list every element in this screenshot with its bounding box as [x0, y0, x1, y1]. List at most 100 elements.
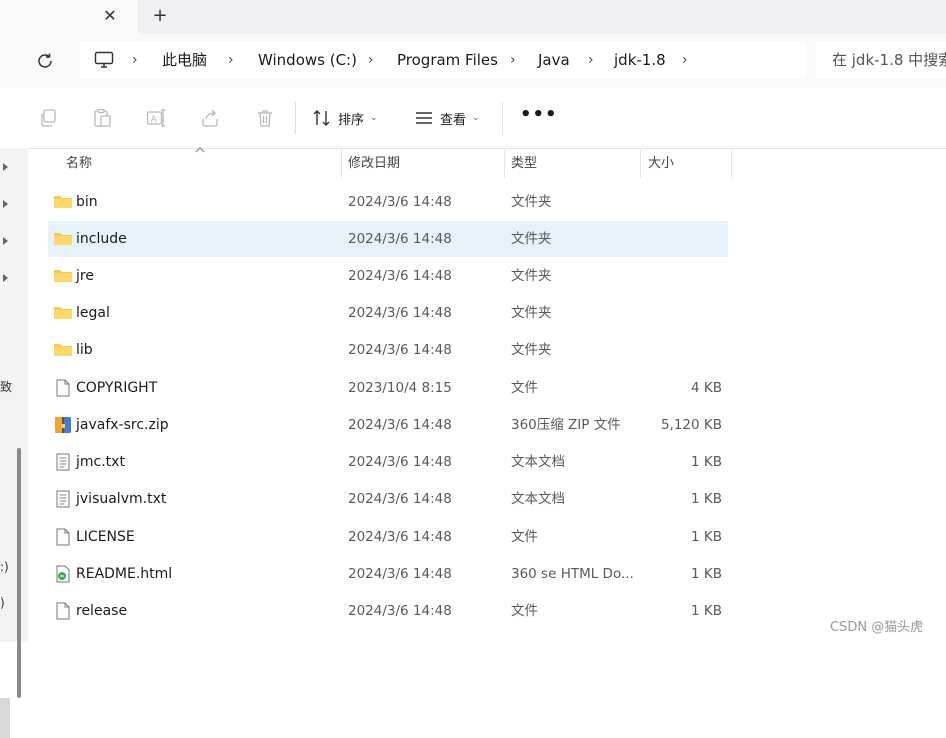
view-icon: [416, 112, 432, 124]
file-icon: [56, 528, 70, 546]
close-tab-icon[interactable]: ✕: [100, 6, 120, 26]
share-icon[interactable]: [200, 108, 220, 128]
file-name: legal: [76, 305, 110, 321]
new-tab-icon[interactable]: +: [150, 6, 170, 26]
expand-arrow-icon[interactable]: [2, 273, 10, 283]
file-type: 文件: [511, 529, 538, 545]
file-size: 1 KB: [691, 603, 722, 619]
expand-arrow-icon[interactable]: [2, 236, 10, 246]
nav-selected-item[interactable]: [0, 698, 10, 738]
file-row[interactable]: lib 2024/3/6 14:48 文件夹: [48, 332, 728, 368]
sort-ascending-icon: [195, 147, 205, 153]
file-type: 文件: [511, 380, 538, 396]
file-name: jre: [76, 268, 94, 284]
file-type: 360 se HTML Do...: [511, 566, 634, 582]
file-modified: 2024/3/6 14:48: [348, 342, 452, 358]
file-row[interactable]: bin 2024/3/6 14:48 文件夹: [48, 184, 728, 220]
file-type: 文件夹: [511, 231, 552, 247]
file-name: javafx-src.zip: [76, 417, 169, 433]
column-header-type[interactable]: 类型: [511, 150, 537, 180]
file-row[interactable]: release 2024/3/6 14:48 文件 1 KB: [48, 593, 728, 629]
column-divider[interactable]: [504, 150, 505, 178]
breadcrumb-chevron-icon[interactable]: ›: [368, 42, 374, 78]
breadcrumb-this-pc[interactable]: 此电脑: [162, 42, 207, 78]
breadcrumb-drive-c[interactable]: Windows (C:): [258, 42, 357, 78]
active-tab[interactable]: ✕: [0, 0, 138, 34]
file-modified: 2024/3/6 14:48: [348, 566, 452, 582]
file-row[interactable]: jmc.txt 2024/3/6 14:48 文本文档 1 KB: [48, 444, 728, 480]
address-bar[interactable]: › 此电脑 › Windows (C:) › Program Files › J…: [80, 42, 806, 78]
file-row[interactable]: jvisualvm.txt 2024/3/6 14:48 文本文档 1 KB: [48, 481, 728, 517]
breadcrumb-chevron-icon[interactable]: ›: [132, 42, 138, 78]
sort-icon: [313, 110, 330, 126]
breadcrumb-program-files[interactable]: Program Files: [397, 42, 498, 78]
delete-icon[interactable]: [255, 108, 275, 128]
file-modified: 2024/3/6 14:48: [348, 194, 452, 210]
file-name: include: [76, 231, 127, 247]
file-name: COPYRIGHT: [76, 380, 158, 396]
file-modified: 2024/3/6 14:48: [348, 603, 452, 619]
file-size: 4 KB: [691, 380, 722, 396]
column-header-modified[interactable]: 修改日期: [348, 150, 400, 180]
file-row-selected[interactable]: include 2024/3/6 14:48 文件夹: [48, 221, 728, 257]
breadcrumb-chevron-icon[interactable]: ›: [510, 42, 516, 78]
navigation-pane: 致 :) ): [0, 148, 28, 738]
rename-icon[interactable]: A: [146, 108, 166, 128]
chevron-down-icon: ⌄: [370, 113, 378, 123]
tab-strip: ✕ +: [0, 0, 946, 34]
file-modified: 2024/3/6 14:48: [348, 417, 452, 433]
file-row[interactable]: LICENSE 2024/3/6 14:48 文件 1 KB: [48, 519, 728, 555]
file-name: LICENSE: [76, 529, 135, 545]
breadcrumb-chevron-icon[interactable]: ›: [682, 42, 688, 78]
chevron-down-icon: ⌄: [472, 113, 480, 123]
file-row[interactable]: javafx-src.zip 2024/3/6 14:48 360压缩 ZIP …: [48, 407, 728, 443]
file-size: 5,120 KB: [660, 417, 722, 433]
more-options-button[interactable]: •••: [520, 106, 557, 128]
breadcrumb-chevron-icon[interactable]: ›: [588, 42, 594, 78]
file-modified: 2024/3/6 14:48: [348, 454, 452, 470]
file-row[interactable]: README.html 2024/3/6 14:48 360 se HTML D…: [48, 556, 728, 592]
zip-archive-icon: [55, 417, 71, 433]
file-type: 360压缩 ZIP 文件: [511, 417, 621, 433]
html-file-icon: [56, 565, 70, 583]
file-modified: 2023/10/4 8:15: [348, 380, 452, 396]
nav-item-label[interactable]: 致: [0, 378, 12, 395]
file-row[interactable]: legal 2024/3/6 14:48 文件夹: [48, 295, 728, 331]
file-name: README.html: [76, 566, 173, 582]
breadcrumb-jdk[interactable]: jdk-1.8: [614, 42, 666, 78]
file-row[interactable]: COPYRIGHT 2023/10/4 8:15 文件 4 KB: [48, 370, 728, 406]
nav-item-label[interactable]: ): [0, 596, 5, 610]
expand-arrow-icon[interactable]: [2, 199, 10, 209]
expand-arrow-icon[interactable]: [2, 162, 10, 172]
file-size: 1 KB: [691, 491, 722, 507]
sort-button[interactable]: 排序 ⌄: [312, 102, 378, 134]
folder-icon: [54, 196, 72, 208]
text-file-icon: [56, 490, 70, 508]
refresh-icon[interactable]: [34, 50, 56, 72]
file-size: 1 KB: [691, 566, 722, 582]
file-row[interactable]: jre 2024/3/6 14:48 文件夹: [48, 258, 728, 294]
this-pc-icon[interactable]: [94, 51, 114, 69]
breadcrumb-chevron-icon[interactable]: ›: [228, 42, 234, 78]
column-header-name[interactable]: 名称: [66, 150, 92, 180]
view-button[interactable]: 查看 ⌄: [414, 102, 480, 134]
file-type: 文件夹: [511, 342, 552, 358]
column-divider[interactable]: [640, 150, 641, 178]
nav-item-label[interactable]: :): [0, 560, 9, 574]
text-file-icon: [56, 453, 70, 471]
view-label: 查看: [440, 112, 467, 128]
column-header-size[interactable]: 大小: [648, 150, 674, 180]
column-divider[interactable]: [341, 150, 342, 178]
file-type: 文本文档: [511, 491, 565, 507]
file-type: 文件夹: [511, 268, 552, 284]
search-input[interactable]: 在 jdk-1.8 中搜索: [816, 42, 946, 78]
file-size: 1 KB: [691, 454, 722, 470]
nav-scrollbar[interactable]: [17, 448, 21, 698]
folder-icon: [54, 270, 72, 282]
copy-icon[interactable]: [38, 108, 58, 128]
breadcrumb-java[interactable]: Java: [538, 42, 570, 78]
search-placeholder: 在 jdk-1.8 中搜索: [832, 51, 946, 69]
paste-icon[interactable]: [92, 108, 112, 128]
file-name: jvisualvm.txt: [76, 491, 167, 507]
column-divider[interactable]: [731, 150, 732, 178]
